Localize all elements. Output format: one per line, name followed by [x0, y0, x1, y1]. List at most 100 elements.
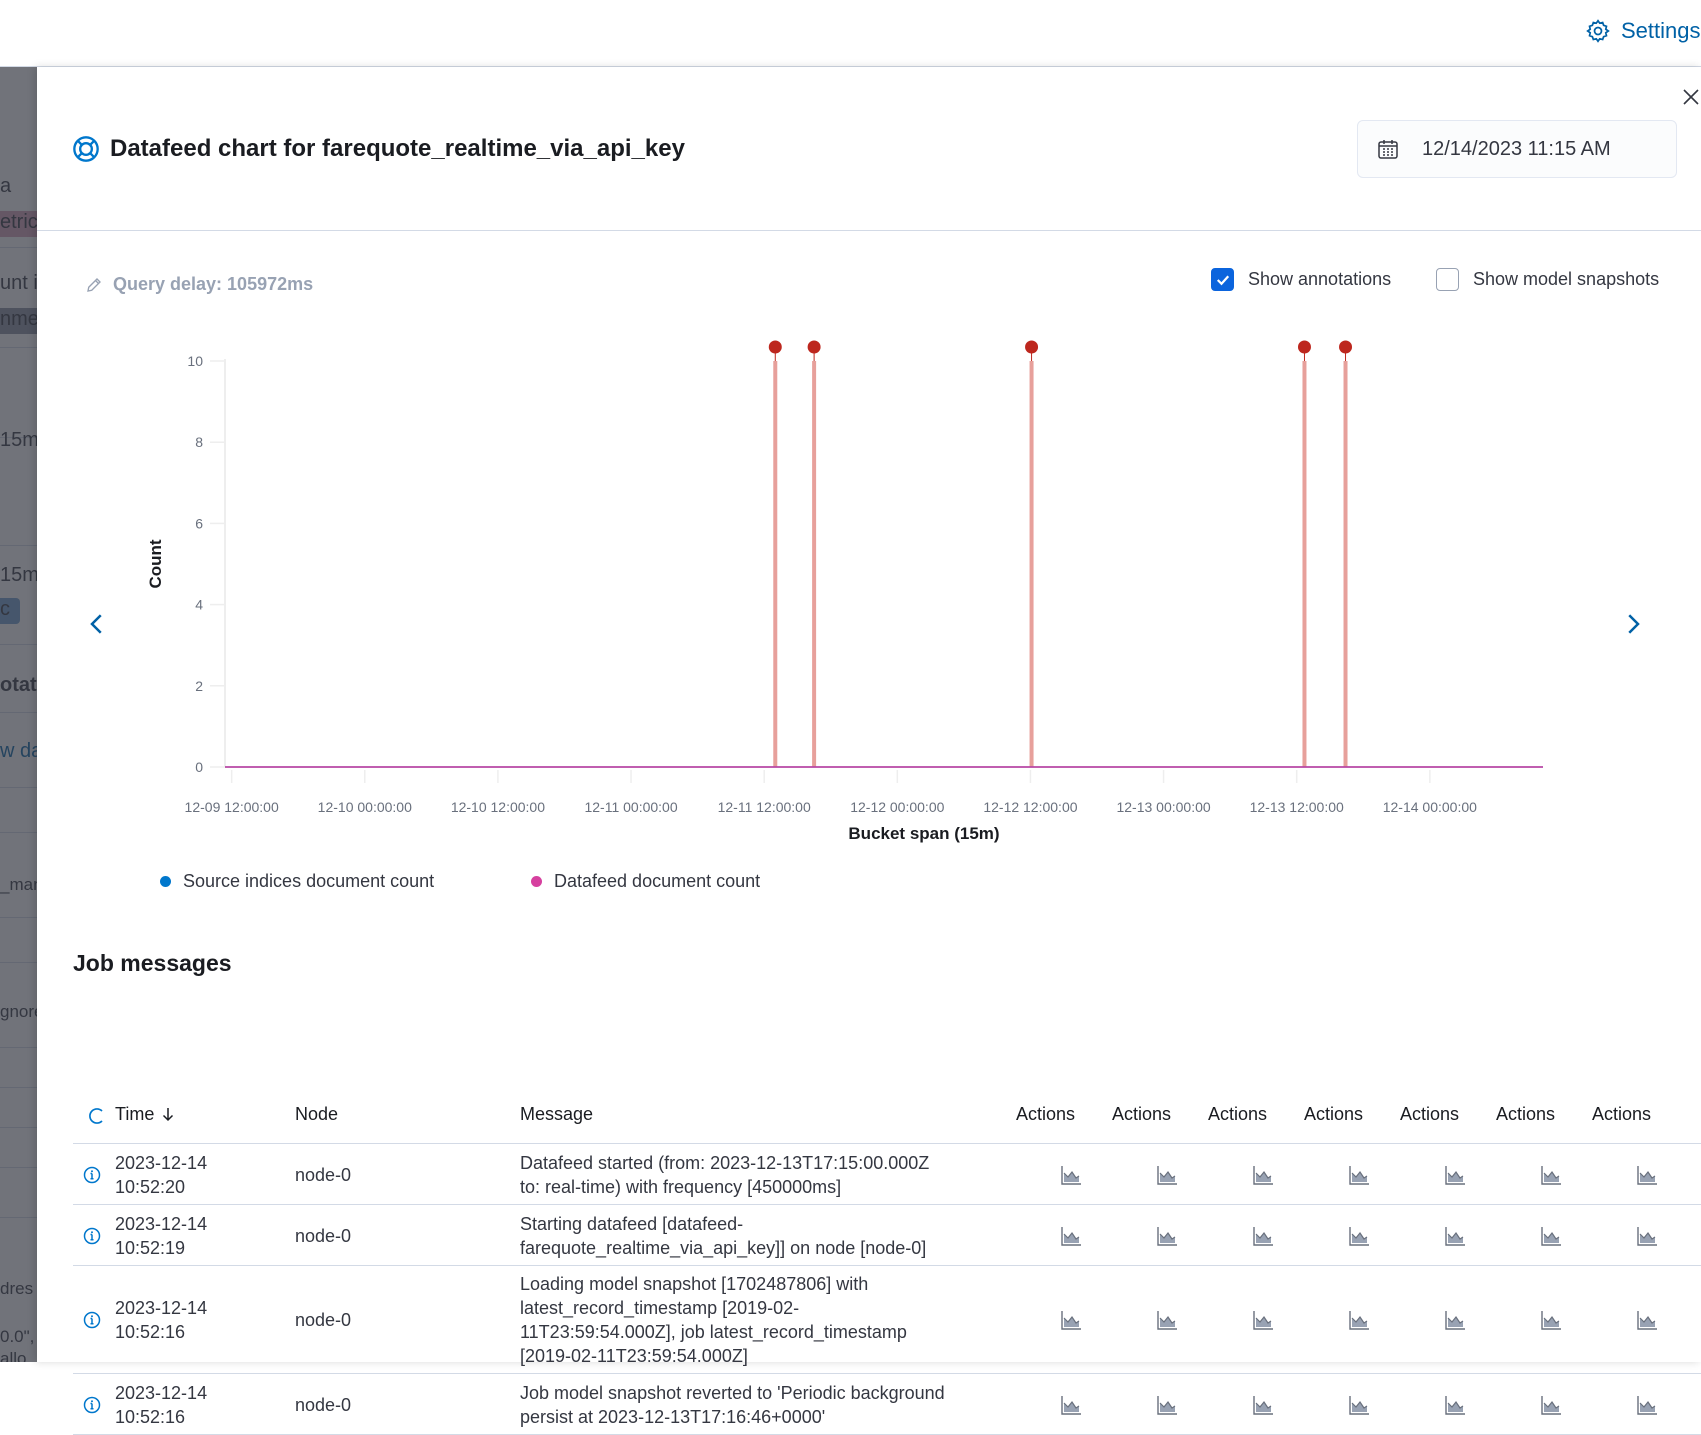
view-chart-icon[interactable] [1539, 1225, 1563, 1247]
column-header-actions: Actions [1016, 1104, 1076, 1124]
table-body: 2023-12-14 10:52:20 node-0 Datafeed started… [73, 1144, 1701, 1435]
x-tick-label: 12-14 00:00:00 [1383, 799, 1477, 815]
view-chart-icon[interactable] [1635, 1309, 1659, 1331]
x-axis-title: Bucket span (15m) [848, 824, 999, 843]
table-row: 2023-12-14 10:52:16 node-0 Loading model sn… [73, 1266, 1701, 1374]
column-header-actions: Actions [1112, 1104, 1172, 1124]
cell-message: Datafeed started (from: 2023-12-13T17:15… [520, 1151, 929, 1199]
message-line: Starting datafeed [datafeed- [520, 1213, 744, 1234]
time-clock: 10:52:16 [115, 1406, 186, 1427]
column-header-actions: Actions [1208, 1104, 1268, 1124]
cell-time: 2023-12-14 10:52:16 [115, 1381, 207, 1429]
datafeed-chart: 0 2 4 6 8 10 Count 12-09 12:00:00 12-10 00:00:00… [146, 340, 1543, 843]
column-header-actions: Actions [1496, 1104, 1556, 1124]
annotation-marker [1339, 340, 1353, 354]
x-tick-label: 12-12 12:00:00 [983, 799, 1077, 815]
message-line: latest_record_timestamp [2019-02- [520, 1298, 800, 1318]
message-line: farequote_realtime_via_api_key]] on node… [520, 1237, 927, 1258]
table-row: 2023-12-14 10:52:19 node-0 Starting datafee… [73, 1205, 1701, 1266]
view-chart-icon[interactable] [1347, 1225, 1371, 1247]
view-chart-icon[interactable] [1443, 1394, 1467, 1416]
info-icon [83, 1396, 101, 1413]
annotation-marker [768, 340, 782, 354]
column-header-time-label: Time [115, 1104, 155, 1124]
legend-item-datafeed[interactable]: Datafeed document count [531, 871, 760, 892]
time-date: 2023-12-14 [115, 1298, 208, 1318]
message-line: Datafeed started (from: 2023-12-13T17:15… [520, 1152, 930, 1173]
x-tick-label: 12-13 00:00:00 [1116, 799, 1210, 815]
top-header-bar: Settings [0, 0, 1701, 67]
view-chart-icon[interactable] [1539, 1309, 1563, 1331]
view-chart-icon[interactable] [1635, 1394, 1659, 1416]
gear-icon [1586, 19, 1610, 43]
previous-time-range-button[interactable] [82, 609, 112, 639]
message-line: persist at 2023-12-13T17:16:46+0000' [520, 1406, 826, 1427]
view-chart-icon[interactable] [1155, 1309, 1179, 1331]
cell-time: 2023-12-14 10:52:20 [115, 1151, 207, 1199]
view-chart-icon[interactable] [1155, 1394, 1179, 1416]
sort-descending-icon [163, 1108, 174, 1122]
column-header-actions: Actions [1592, 1104, 1652, 1124]
view-chart-icon[interactable] [1155, 1164, 1179, 1186]
flyout-overlay-mask[interactable] [0, 67, 37, 1362]
column-header-time[interactable]: Time [115, 1104, 177, 1125]
view-chart-icon[interactable] [1635, 1164, 1659, 1186]
time-clock: 10:52:19 [115, 1237, 186, 1258]
legend-dot-icon [160, 876, 171, 887]
message-line: [2019-02-11T23:59:54.000Z] [520, 1346, 748, 1366]
view-chart-icon[interactable] [1155, 1225, 1179, 1247]
cell-node: node-0 [295, 1310, 352, 1330]
x-tick-label: 12-11 00:00:00 [584, 799, 677, 815]
next-time-range-button[interactable] [1618, 609, 1648, 639]
view-chart-icon[interactable] [1059, 1164, 1083, 1186]
settings-label: Settings [1621, 18, 1701, 43]
annotation-line [1029, 361, 1034, 767]
view-chart-icon[interactable] [1443, 1225, 1467, 1247]
message-line: to: real-time) with frequency [450000ms] [520, 1176, 842, 1197]
info-icon [83, 1227, 101, 1244]
chevron-left-icon [90, 614, 102, 634]
time-clock: 10:52:20 [115, 1176, 186, 1197]
datafeed-chart-flyout: Datafeed chart for farequote_realtime_vi… [37, 67, 1701, 1435]
view-chart-icon[interactable] [1059, 1309, 1083, 1331]
view-chart-icon[interactable] [1635, 1225, 1659, 1247]
cell-time: 2023-12-14 10:52:19 [115, 1212, 207, 1260]
view-chart-icon[interactable] [1539, 1164, 1563, 1186]
chevron-right-icon [1628, 614, 1640, 634]
view-chart-icon[interactable] [1059, 1225, 1083, 1247]
view-chart-icon[interactable] [1251, 1164, 1275, 1186]
time-date: 2023-12-14 [115, 1152, 208, 1173]
legend-item-source-indices[interactable]: Source indices document count [160, 871, 434, 892]
y-tick-label: 0 [195, 759, 203, 775]
message-line: Loading model snapshot [1702487806] with [520, 1274, 869, 1294]
x-tick-label: 12-10 00:00:00 [318, 799, 412, 815]
view-chart-icon[interactable] [1347, 1394, 1371, 1416]
job-messages-title: Job messages [73, 950, 232, 976]
view-chart-icon[interactable] [1443, 1309, 1467, 1331]
time-clock: 10:52:16 [115, 1322, 186, 1342]
table-row: 2023-12-14 10:52:16 node-0 Job model snapsh… [73, 1374, 1701, 1435]
column-header-message: Message [520, 1104, 594, 1124]
view-chart-icon[interactable] [1443, 1164, 1467, 1186]
annotation-marker [807, 340, 821, 354]
settings-button[interactable]: Settings [1585, 18, 1701, 44]
x-tick-label: 12-13 12:00:00 [1250, 799, 1344, 815]
view-chart-icon[interactable] [1251, 1225, 1275, 1247]
message-line: 11T23:59:54.000Z], job latest_record_tim… [520, 1322, 907, 1342]
annotation-line [773, 361, 778, 767]
view-chart-icon[interactable] [1251, 1309, 1275, 1331]
message-line: Job model snapshot reverted to 'Periodic… [520, 1382, 945, 1403]
cell-node: node-0 [295, 1394, 352, 1415]
y-tick-label: 10 [187, 353, 203, 369]
y-tick-label: 8 [195, 434, 203, 450]
view-chart-icon[interactable] [1347, 1164, 1371, 1186]
view-chart-icon[interactable] [1251, 1394, 1275, 1416]
time-date: 2023-12-14 [115, 1382, 208, 1403]
view-chart-icon[interactable] [1347, 1309, 1371, 1331]
refresh-icon[interactable] [87, 1106, 107, 1126]
column-header-node: Node [295, 1104, 339, 1124]
cell-message: Loading model snapshot [1702487806] with… [520, 1272, 907, 1368]
view-chart-icon[interactable] [1059, 1394, 1083, 1416]
view-chart-icon[interactable] [1539, 1394, 1563, 1416]
x-tick-label: 12-12 00:00:00 [850, 799, 944, 815]
